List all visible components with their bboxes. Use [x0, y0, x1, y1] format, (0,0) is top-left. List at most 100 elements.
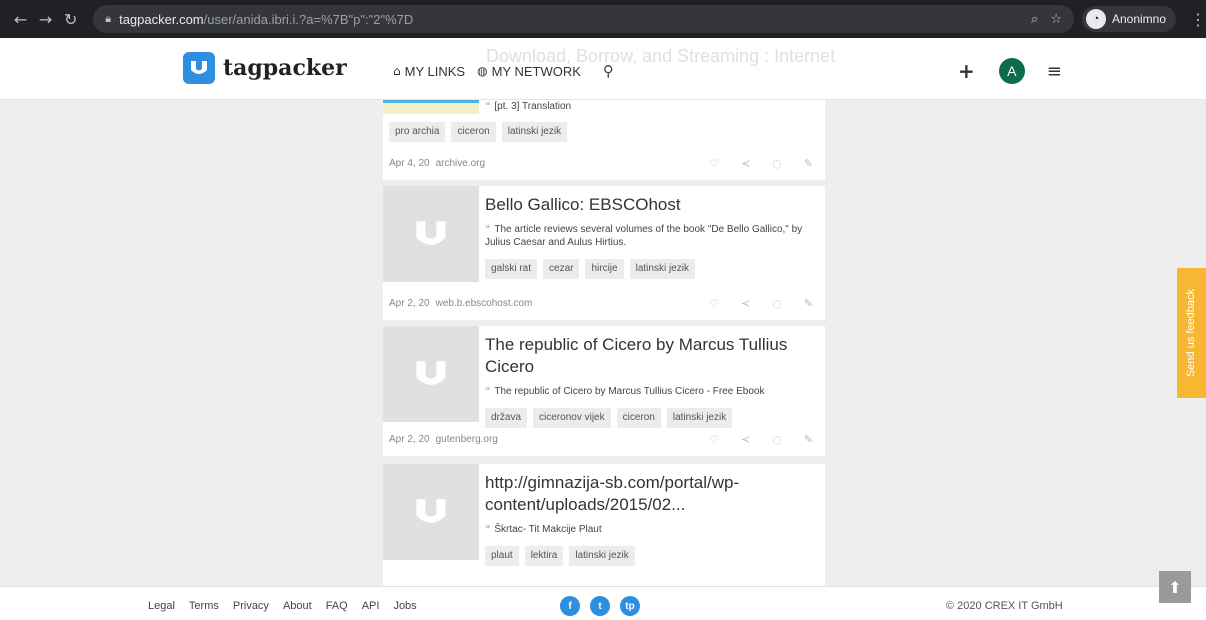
link-card[interactable]: http://gimnazija-sb.com/portal/wp-conten…	[383, 464, 825, 594]
tag-list: pro archia ciceron latinski jezik	[389, 122, 568, 142]
card-date: Apr 2, 20	[389, 434, 430, 445]
scroll-to-top-button[interactable]: ⬆	[1159, 571, 1191, 603]
quote-icon: ❝	[485, 101, 491, 112]
home-icon: ⌂	[393, 64, 401, 78]
edit-icon[interactable]: ✎	[804, 157, 813, 170]
card-description: The republic of Cicero by Marcus Tullius…	[494, 386, 765, 397]
card-description: Škrtac- Tit Makcije Plaut	[494, 524, 602, 535]
quote-icon: ❝	[485, 524, 491, 535]
card-date: Apr 4, 20	[389, 158, 430, 169]
social-links: f t tp	[560, 596, 640, 616]
tag[interactable]: cezar	[543, 259, 580, 279]
card-domain[interactable]: gutenberg.org	[436, 434, 498, 445]
footer-link-terms[interactable]: Terms	[189, 600, 219, 612]
tag[interactable]: hircije	[585, 259, 624, 279]
reload-icon[interactable]: ↻	[58, 10, 83, 29]
tag[interactable]: latinski jezik	[501, 122, 568, 142]
logo[interactable]: tagpacker	[183, 52, 347, 84]
card-description: The article reviews several volumes of t…	[485, 224, 803, 248]
browser-menu-icon[interactable]: ⋮	[1190, 10, 1206, 29]
nav-label: MY NETWORK	[491, 63, 581, 79]
menu-icon[interactable]: ≡	[1047, 61, 1062, 82]
logo-icon	[183, 52, 215, 84]
like-icon[interactable]: ♡	[709, 433, 719, 446]
share-icon[interactable]: ≺	[741, 297, 750, 310]
share-icon[interactable]: ≺	[741, 433, 750, 446]
bookmark-star-icon[interactable]: ☆	[1050, 12, 1062, 27]
profile-name: Anonimno	[1111, 12, 1167, 26]
search-icon[interactable]: ⚲	[603, 62, 614, 80]
card-thumbnail	[383, 100, 479, 114]
address-bar[interactable]: 🔒︎ tagpacker.com/user/anida.ibri.i.?a=%7…	[93, 5, 1074, 33]
card-footer: Apr 2, 20 gutenberg.org ♡ ≺ ◌ ✎	[389, 433, 813, 446]
tag[interactable]: pro archia	[389, 122, 446, 142]
tag[interactable]: latinski jezik	[629, 259, 695, 279]
feedback-label: Send us feedback	[1185, 288, 1198, 378]
avatar[interactable]: A	[998, 58, 1025, 84]
lock-icon: 🔒︎	[105, 12, 112, 25]
footer-link-jobs[interactable]: Jobs	[393, 600, 416, 612]
card-description: [pt. 3] Translation	[494, 101, 572, 112]
card-title[interactable]: The republic of Cicero by Marcus Tullius…	[485, 334, 815, 378]
link-card[interactable]: The republic of Cicero by Marcus Tullius…	[383, 326, 825, 456]
browser-toolbar: ← → ↻ 🔒︎ tagpacker.com/user/anida.ibri.i…	[0, 0, 1206, 38]
globe-icon[interactable]: ◌	[772, 297, 782, 310]
card-thumbnail[interactable]	[383, 464, 479, 560]
tag[interactable]: plaut	[485, 546, 519, 566]
zoom-icon[interactable]: ⌕	[1031, 12, 1038, 27]
footer-link-about[interactable]: About	[283, 600, 312, 612]
placeholder-logo-icon	[416, 221, 446, 245]
card-footer: Apr 4, 20 archive.org ♡ ≺ ◌ ✎	[389, 157, 813, 170]
twitter-icon[interactable]: t	[590, 596, 610, 616]
card-domain[interactable]: web.b.ebscohost.com	[436, 298, 533, 309]
share-icon[interactable]: ≺	[741, 157, 750, 170]
edit-icon[interactable]: ✎	[804, 297, 813, 310]
footer-link-privacy[interactable]: Privacy	[233, 600, 269, 612]
tag[interactable]: latinski jezik	[569, 546, 635, 566]
tag[interactable]: galski rat	[485, 259, 538, 279]
copyright: © 2020 CREX IT GmbH	[946, 600, 1063, 612]
tag-list: država ciceronov vijek ciceron latinski jez…	[485, 408, 815, 428]
card-thumbnail[interactable]	[383, 186, 479, 282]
feedback-button[interactable]: Send us feedback	[1177, 268, 1206, 398]
tag-list: plaut lektira latinski jezik	[485, 546, 815, 566]
logo-text: tagpacker	[223, 55, 347, 81]
nav-label: MY LINKS	[404, 63, 466, 79]
quote-icon: ❝	[485, 224, 491, 235]
add-icon[interactable]: +	[958, 59, 975, 83]
footer-link-legal[interactable]: Legal	[148, 600, 175, 612]
profile-button[interactable]: ◔ Anonimno	[1081, 6, 1177, 32]
tag[interactable]: lektira	[524, 546, 564, 566]
link-card[interactable]: ❝ [pt. 3] Translation pro archia ciceron la…	[383, 100, 825, 180]
tag[interactable]: država	[485, 408, 528, 428]
globe-icon: ◍	[477, 64, 488, 78]
tagpacker-icon[interactable]: tp	[620, 596, 640, 616]
nav-my-network[interactable]: ◍ MY NETWORK	[477, 64, 581, 79]
placeholder-logo-icon	[416, 361, 446, 385]
card-thumbnail[interactable]	[383, 326, 479, 422]
tag[interactable]: ciceron	[616, 408, 661, 428]
card-domain[interactable]: archive.org	[436, 158, 485, 169]
url-path: /user/anida.ibri.i.?a=%7B"p":"2"%7D	[203, 11, 414, 27]
forward-icon[interactable]: →	[33, 10, 58, 29]
globe-icon[interactable]: ◌	[772, 157, 782, 170]
back-icon[interactable]: ←	[8, 10, 33, 29]
facebook-icon[interactable]: f	[560, 596, 580, 616]
nav-my-links[interactable]: ⌂ MY LINKS	[393, 64, 465, 79]
footer-link-api[interactable]: API	[362, 600, 380, 612]
tag[interactable]: ciceron	[451, 122, 496, 142]
like-icon[interactable]: ♡	[709, 297, 719, 310]
incognito-icon: ◔	[1085, 9, 1106, 29]
globe-icon[interactable]: ◌	[772, 433, 782, 446]
edit-icon[interactable]: ✎	[804, 433, 813, 446]
main-nav: ⌂ MY LINKS ◍ MY NETWORK ⚲	[393, 62, 614, 80]
footer-link-faq[interactable]: FAQ	[326, 600, 348, 612]
card-footer: Apr 2, 20 web.b.ebscohost.com ♡ ≺ ◌ ✎	[389, 297, 813, 310]
link-card[interactable]: Bello Gallico: EBSCOhost ❝ The article re…	[383, 186, 825, 320]
card-title[interactable]: http://gimnazija-sb.com/portal/wp-conten…	[485, 472, 815, 516]
tag[interactable]: latinski jezik	[666, 408, 733, 428]
card-title[interactable]: Bello Gallico: EBSCOhost	[485, 194, 815, 216]
footer-links: Legal Terms Privacy About FAQ API Jobs	[148, 600, 417, 612]
like-icon[interactable]: ♡	[709, 157, 719, 170]
tag[interactable]: ciceronov vijek	[533, 408, 611, 428]
